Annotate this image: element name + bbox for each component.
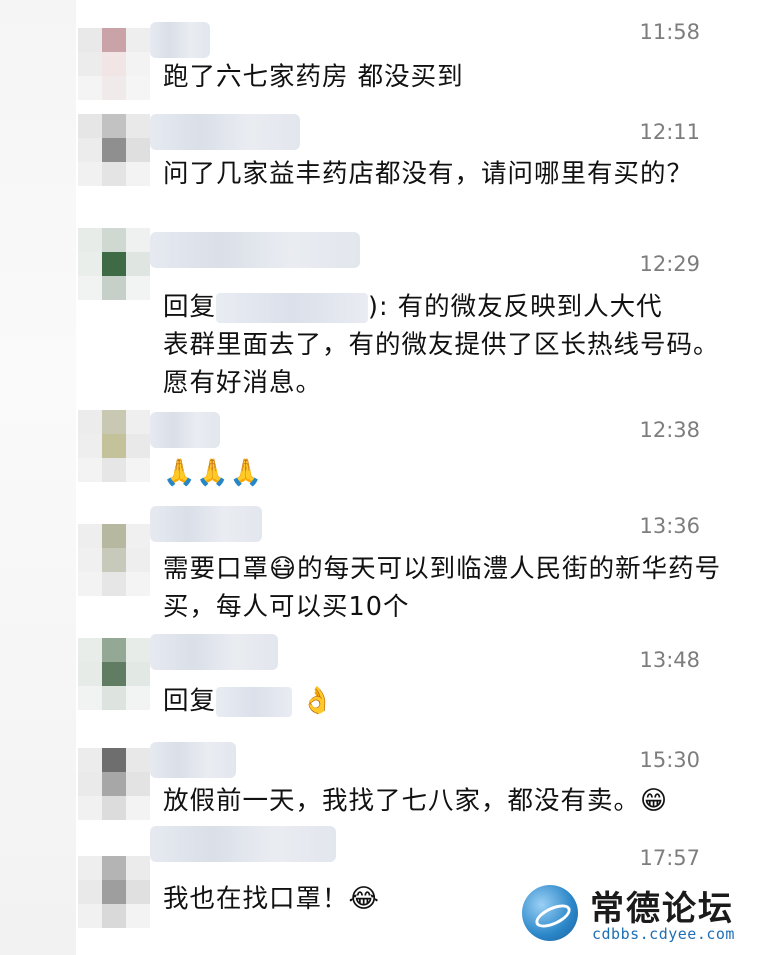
message-time: 17:57 [639,846,700,870]
sender-name-blurred [150,412,220,448]
message-time: 12:29 [639,252,700,276]
message-text-part: 放假前一天，我找了七八家，都没有卖。 [163,786,641,816]
message-text: 回复 👌 [163,682,723,720]
message-text: 问了几家益丰药店都没有，请问哪里有买的？ [163,159,694,189]
avatar[interactable] [78,638,150,710]
sender-name-blurred [150,114,300,150]
avatar[interactable] [78,114,150,186]
avatar[interactable] [78,410,150,482]
sender-name-blurred [150,22,210,58]
chat-message[interactable]: 13:36 需要口罩😷的每天可以到临澧人民街的新华药号买，每人可以买10个 [0,500,760,630]
sender-name-blurred [150,826,336,862]
reply-target-blurred [216,293,369,323]
watermark-title: 常德论坛 [590,889,734,929]
message-text: 放假前一天，我找了七八家，都没有卖。😁 [163,782,723,820]
message-text-line1: ): 有的微友反映到人大代 [368,292,663,322]
chat-feed: 11:58 跑了六七家药房 都没买到 12:11 问了几家益丰药店都没有，请问哪… [0,0,760,955]
message-text-part: 需要口罩 [163,554,270,584]
message-time: 15:30 [639,748,700,772]
chat-message[interactable]: 15:30 放假前一天，我找了七八家，都没有卖。😁 [0,740,760,840]
message-time: 11:58 [639,20,700,44]
ok-hand-emoji: 👌 [301,686,335,716]
message-time: 13:36 [639,514,700,538]
avatar[interactable] [78,524,150,596]
praying-hands-emoji: 🙏🙏🙏 [163,458,264,488]
message-time: 12:38 [639,418,700,442]
avatar[interactable] [78,748,150,820]
tears-of-joy-emoji: 😂 [348,884,380,914]
message-text: 回复 ): 有的微友反映到人大代 表群里面去了，有的微友提供了区长热线号码。愿有好… [163,288,723,402]
grinning-face-emoji: 😁 [640,786,669,816]
site-watermark: 常德论坛 cdbbs.cdyee.com [522,879,752,949]
reply-prefix: 回复 [163,292,217,322]
sender-name-blurred [150,232,360,268]
reply-target-blurred [216,687,293,717]
globe-logo-icon [522,885,578,941]
avatar[interactable] [78,856,150,928]
chat-message[interactable]: 12:11 问了几家益丰药店都没有，请问哪里有买的？ [0,110,760,222]
reply-prefix: 回复 [163,686,217,716]
message-text: 跑了六七家药房 都没买到 [163,62,464,92]
chat-message[interactable]: 12:29 回复 ): 有的微友反映到人大代 表群里面去了，有的微友提供了区长热线… [0,222,760,402]
sender-name-blurred [150,506,262,542]
watermark-url: cdbbs.cdyee.com [592,925,735,943]
message-time: 12:11 [639,120,700,144]
sender-name-blurred [150,634,278,670]
avatar[interactable] [78,228,150,300]
mask-face-emoji: 😷 [269,554,298,584]
message-text: 需要口罩😷的每天可以到临澧人民街的新华药号买，每人可以买10个 [163,550,723,626]
message-text-rest: 表群里面去了，有的微友提供了区长热线号码。愿有好消息。 [163,330,720,398]
chat-message[interactable]: 13:48 回复 👌 [0,630,760,740]
chat-message[interactable]: 12:38 🙏🙏🙏 [0,402,760,500]
message-time: 13:48 [639,648,700,672]
sender-name-blurred [150,742,236,778]
avatar[interactable] [78,28,150,100]
message-text-part: 我也在找口罩！ [163,884,349,914]
chat-message[interactable]: 11:58 跑了六七家药房 都没买到 [0,0,760,110]
